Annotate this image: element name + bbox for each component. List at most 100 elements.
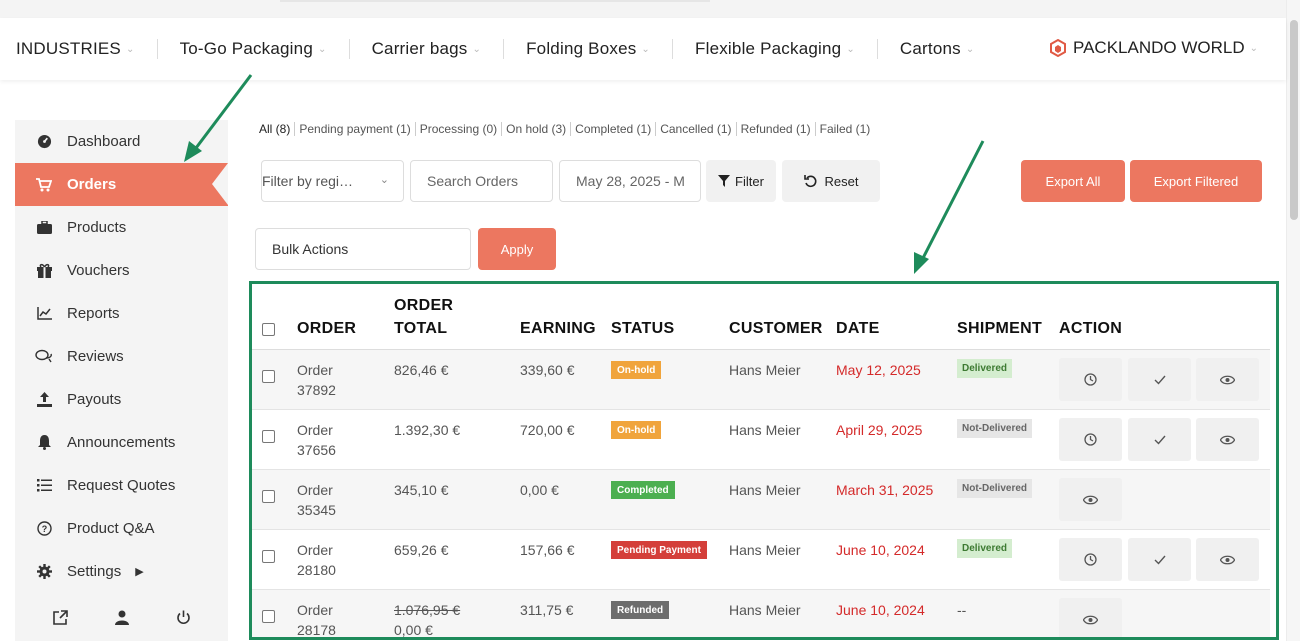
sidebar-item-label: Dashboard (67, 133, 141, 150)
nav-label: Carrier bags (371, 39, 468, 58)
sidebar-item-payouts[interactable]: Payouts (15, 378, 228, 421)
history-button[interactable] (1059, 358, 1122, 401)
sidebar-item-product-qa[interactable]: ? Product Q&A (15, 507, 228, 550)
select-all-checkbox[interactable] (262, 323, 275, 336)
order-label: Order (297, 482, 333, 498)
sidebar-item-reviews[interactable]: Reviews (15, 335, 228, 378)
sidebar-item-settings[interactable]: Settings ▶ (15, 550, 228, 593)
list-icon (33, 479, 55, 492)
row-checkbox[interactable] (262, 550, 275, 563)
external-link-icon[interactable] (52, 609, 68, 630)
export-all-button[interactable]: Export All (1021, 160, 1125, 202)
nav-flexible-packaging[interactable]: Flexible Packaging ⌄ (673, 39, 878, 59)
brand-menu[interactable]: PACKLANDO WORLD ⌄ (1049, 38, 1258, 58)
nav-folding-boxes[interactable]: Folding Boxes ⌄ (504, 39, 674, 59)
sidebar-item-label: Reports (67, 305, 120, 322)
search-orders-input[interactable]: Search Orders (410, 160, 553, 202)
order-total: 1.392,30 € (394, 422, 461, 438)
svg-text:?: ? (41, 524, 47, 534)
sidebar-item-orders[interactable]: Orders (15, 163, 228, 206)
apply-button[interactable]: Apply (478, 228, 556, 270)
status-badge: On-hold (611, 361, 662, 379)
nav-cartons[interactable]: Cartons ⌄ (878, 39, 997, 59)
filter-all[interactable]: All (8) (259, 122, 296, 136)
reset-button-label: Reset (824, 173, 859, 189)
filter-refunded[interactable]: Refunded (1) (737, 122, 816, 136)
sidebar-item-dashboard[interactable]: Dashboard (15, 120, 228, 163)
sidebar-item-vouchers[interactable]: Vouchers (15, 249, 228, 292)
complete-button[interactable] (1128, 538, 1191, 581)
nav-to-go-packaging[interactable]: To-Go Packaging ⌄ (158, 39, 350, 59)
region-filter-value: Filter by regi… (262, 173, 354, 189)
history-button[interactable] (1059, 538, 1122, 581)
power-icon[interactable] (176, 610, 191, 630)
order-link[interactable]: Order 37656 (297, 420, 336, 460)
filter-pending-payment[interactable]: Pending payment (1) (295, 122, 416, 136)
nav-label: Cartons (899, 39, 961, 58)
order-date: June 10, 2024 (836, 602, 925, 618)
view-button[interactable] (1196, 358, 1259, 401)
row-checkbox[interactable] (262, 490, 275, 503)
checkmark-icon (1154, 555, 1166, 565)
view-button[interactable] (1196, 418, 1259, 461)
brand-label: PACKLANDO WORLD (1073, 38, 1245, 57)
sidebar-item-request-quotes[interactable]: Request Quotes (15, 464, 228, 507)
row-checkbox[interactable] (262, 430, 275, 443)
table-row: Order 35345 345,10 € 0,00 € Completed Han… (252, 470, 1270, 530)
filter-processing[interactable]: Processing (0) (416, 122, 503, 136)
order-number: 37656 (297, 442, 336, 458)
order-date: April 29, 2025 (836, 422, 923, 438)
chevron-down-icon: ⌄ (846, 43, 855, 55)
order-link[interactable]: Order 28178 (297, 600, 336, 637)
question-circle-icon: ? (33, 521, 55, 536)
complete-button[interactable] (1128, 418, 1191, 461)
region-filter-select[interactable]: Filter by regi… ⌄ (261, 160, 404, 202)
filter-failed[interactable]: Failed (1) (816, 122, 875, 136)
page-scrollbar[interactable] (1286, 0, 1300, 641)
shipment-badge: Delivered (957, 539, 1013, 558)
filter-on-hold[interactable]: On hold (3) (502, 122, 572, 136)
nav-carrier-bags[interactable]: Carrier bags ⌄ (350, 39, 505, 59)
bulk-actions-select[interactable]: Bulk Actions (255, 228, 471, 270)
complete-button[interactable] (1128, 358, 1191, 401)
row-checkbox[interactable] (262, 370, 275, 383)
nav-industries[interactable]: INDUSTRIES ⌄ (0, 39, 158, 59)
filter-cancelled[interactable]: Cancelled (1) (656, 122, 737, 136)
sidebar-item-announcements[interactable]: Announcements (15, 421, 228, 464)
original-total: 1.076,95 € (394, 602, 461, 618)
line-chart-icon (33, 307, 55, 320)
sidebar-item-products[interactable]: Products (15, 206, 228, 249)
filter-button[interactable]: Filter (706, 160, 776, 202)
reset-button[interactable]: Reset (782, 160, 880, 202)
scrollbar-thumb[interactable] (1290, 20, 1298, 220)
view-button[interactable] (1196, 538, 1259, 581)
column-earning: EARNING (520, 320, 596, 337)
eye-icon (1220, 435, 1235, 444)
column-date: DATE (836, 320, 880, 337)
bulk-actions-value: Bulk Actions (272, 241, 349, 257)
sidebar-item-reports[interactable]: Reports (15, 292, 228, 335)
history-button[interactable] (1059, 418, 1122, 461)
order-link[interactable]: Order 37892 (297, 360, 336, 400)
sidebar-item-label: Settings (67, 563, 122, 580)
date-range-input[interactable]: May 28, 2025 - M (559, 160, 701, 202)
order-link[interactable]: Order 28180 (297, 540, 336, 580)
orders-table-highlight: ORDER ORDER TOTAL EARNING STATUS CUSTOME… (249, 281, 1279, 640)
filter-completed[interactable]: Completed (1) (571, 122, 657, 136)
chevron-down-icon: ⌄ (379, 174, 389, 186)
gear-icon (33, 564, 55, 579)
sidebar-item-label: Vouchers (67, 262, 130, 279)
order-link[interactable]: Order 35345 (297, 480, 336, 520)
sidebar-item-label: Orders (67, 176, 117, 193)
user-icon[interactable] (114, 610, 129, 630)
export-filtered-button[interactable]: Export Filtered (1130, 160, 1262, 202)
view-button[interactable] (1059, 478, 1122, 521)
status-badge: Refunded (611, 601, 670, 619)
table-row: Order 28180 659,26 € 157,66 € Pending Pay… (252, 530, 1270, 590)
column-order: ORDER (297, 320, 357, 337)
checkmark-icon (1154, 435, 1166, 445)
status-badge: On-hold (611, 421, 662, 439)
row-checkbox[interactable] (262, 610, 275, 623)
view-button[interactable] (1059, 598, 1122, 637)
shipment-badge: Delivered (957, 359, 1013, 378)
